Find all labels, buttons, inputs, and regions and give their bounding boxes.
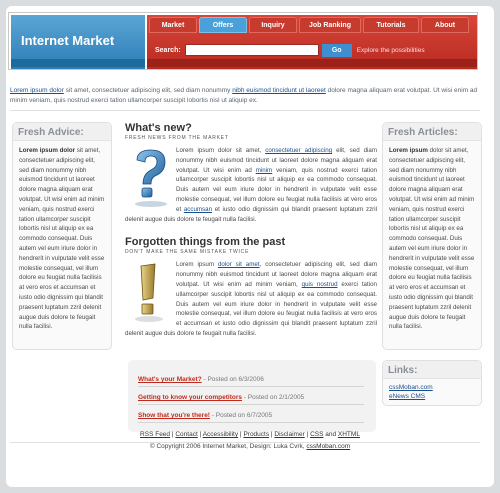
intro-link-1[interactable]: Lorem ipsum dolor	[10, 87, 64, 94]
article-2: Lorem ipsum dolor sit amet, consectetuer…	[125, 260, 377, 338]
links-list: cssMoban.com eNews CMS	[383, 379, 481, 405]
fresh-advice-bold: Lorem ipsum dolor	[19, 147, 76, 154]
article-2-text-part: Lorem ipsum	[176, 261, 218, 269]
go-button[interactable]: Go	[321, 43, 352, 57]
intro-link-2[interactable]: nibh euismod tincidunt ut laoreet	[232, 87, 326, 94]
tab-job-ranking[interactable]: Job Ranking	[299, 17, 361, 33]
fresh-advice-title: Fresh Advice:	[13, 123, 111, 141]
fresh-articles-title: Fresh Articles:	[383, 123, 481, 141]
link-enews-cms[interactable]: eNews CMS	[389, 392, 475, 401]
search-label: Search:	[155, 46, 181, 54]
news-item: Getting to know your competitors - Poste…	[138, 394, 364, 405]
links-box: Links: cssMoban.com eNews CMS	[382, 360, 482, 406]
footer-link-contact[interactable]: Contact	[175, 431, 197, 438]
article-1-title: What's new?	[125, 122, 192, 134]
site-logo[interactable]: Internet Market	[21, 33, 114, 48]
article-1-link-3[interactable]: accumsan	[184, 206, 212, 213]
article-2-title: Forgotten things from the past	[125, 236, 286, 249]
article-2-link-2[interactable]: quis nostrud	[302, 281, 338, 288]
question-mark-icon	[125, 146, 173, 210]
search-bar: Search: Go Explore the possibilities	[155, 43, 425, 57]
article-1-link-1[interactable]: consectetuer adipiscing	[265, 147, 332, 154]
main-nav: Market Offers Inquiry Job Ranking Tutori…	[149, 17, 475, 33]
article-2-subtitle: DON'T MAKE THE SAME MISTAKE TWICE	[125, 249, 250, 256]
article-1: Lorem ipsum dolor sit amet, consectetuer…	[125, 146, 377, 224]
footer-link-css[interactable]: CSS	[310, 431, 323, 438]
news-item: What's your Market? - Posted on 6/3/2006	[138, 376, 364, 387]
fresh-articles-box: Fresh Articles: Lorem ipsum dolor sit am…	[382, 122, 482, 350]
tab-tutorials[interactable]: Tutorials	[363, 17, 419, 33]
fresh-articles-body: dolor sit amet, consectetuer adipiscing …	[389, 147, 475, 331]
logo-stripe	[11, 59, 145, 67]
news-item: Show that you're there! - Posted on 6/7/…	[138, 412, 364, 423]
search-input[interactable]	[184, 44, 319, 56]
footer-link-disclaimer[interactable]: Disclaimer	[274, 431, 304, 438]
footer-link-products[interactable]: Products	[243, 431, 269, 438]
explore-text: Explore the possibilities	[356, 46, 425, 54]
tab-inquiry[interactable]: Inquiry	[249, 17, 297, 33]
divider	[10, 110, 480, 111]
tab-about[interactable]: About	[421, 17, 469, 33]
news-date: - Posted on 6/3/2006	[201, 376, 264, 383]
news-link[interactable]: What's your Market?	[138, 376, 202, 383]
news-date: - Posted on 2/1/2005	[242, 394, 305, 401]
footer-link-rss[interactable]: RSS Feed	[140, 431, 170, 438]
fresh-advice-body: sit amet, consectetuer adipiscing elit, …	[19, 147, 105, 331]
news-date: - Posted on 6/7/2005	[209, 412, 273, 419]
nav-stripe	[147, 59, 477, 67]
copyright-link[interactable]: cssMoban.com	[306, 443, 350, 450]
site-header: Internet Market Market Offers Inquiry Jo…	[8, 12, 478, 70]
footer-links: RSS Feed | Contact | Accessibility | Pro…	[140, 431, 360, 438]
link-cssmoban[interactable]: cssMoban.com	[389, 383, 475, 392]
news-link[interactable]: Getting to know your competitors	[138, 394, 242, 401]
tab-market[interactable]: Market	[149, 17, 197, 33]
intro-text-1: sit amet, consectetuer adipiscing elit, …	[63, 87, 233, 94]
article-1-text-part: Lorem ipsum dolor sit amet,	[176, 147, 266, 154]
fresh-advice-text: Lorem ipsum dolor sit amet, consectetuer…	[13, 141, 111, 337]
fresh-articles-text: Lorem ipsum dolor sit amet, consectetuer…	[383, 141, 481, 337]
footer-copyright: © Copyright 2006 Internet Market, Design…	[0, 443, 500, 450]
intro-text: Lorem ipsum dolor sit amet, consectetuer…	[10, 86, 478, 106]
fresh-articles-bold: Lorem ipsum	[389, 147, 428, 154]
footer-link-accessibility[interactable]: Accessibility	[203, 431, 238, 438]
copyright-text: © Copyright 2006 Internet Market, Design…	[149, 443, 307, 450]
links-title: Links:	[383, 361, 481, 379]
main-content: What's new? FRESH NEWS FROM THE MARKET L…	[125, 122, 377, 339]
exclamation-mark-icon	[125, 260, 173, 324]
article-1-link-2[interactable]: minim	[256, 167, 273, 174]
fresh-advice-box: Fresh Advice: Lorem ipsum dolor sit amet…	[12, 122, 112, 350]
tab-offers[interactable]: Offers	[199, 17, 247, 33]
article-2-link-1[interactable]: dolor sit amet	[218, 261, 260, 268]
footer-link-xhtml[interactable]: XHTML	[338, 431, 360, 438]
news-box: What's your Market? - Posted on 6/3/2006…	[128, 360, 376, 432]
news-link[interactable]: Show that you're there!	[138, 412, 210, 419]
article-1-subtitle: FRESH NEWS FROM THE MARKET	[125, 135, 229, 141]
